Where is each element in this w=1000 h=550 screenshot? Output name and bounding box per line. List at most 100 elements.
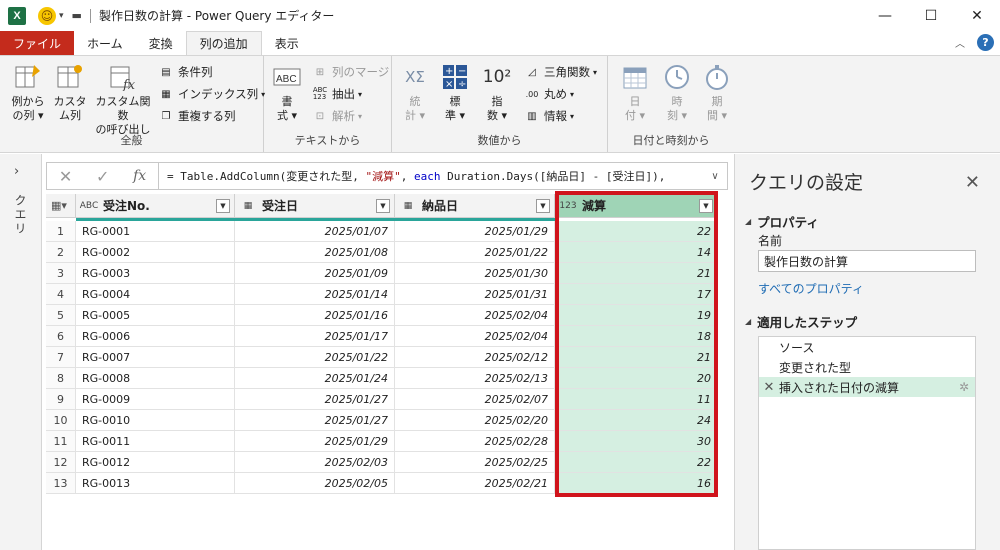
filter-dropdown-icon[interactable]: ▼ xyxy=(536,198,550,213)
cell-subtraction[interactable]: 20 xyxy=(555,368,718,389)
parse-button[interactable]: ⊡ 解析 ▾ xyxy=(312,106,362,126)
cell-order-date[interactable]: 2025/01/16 xyxy=(235,305,395,326)
queries-pane-collapsed[interactable]: › クエリ xyxy=(0,154,42,550)
cell-order-date[interactable]: 2025/01/22 xyxy=(235,347,395,368)
tab-view[interactable]: 表示 xyxy=(262,31,312,55)
cell-delivery-date[interactable]: 2025/02/13 xyxy=(395,368,555,389)
row-number[interactable]: 3 xyxy=(46,263,76,284)
table-corner-button[interactable]: ▦▾ xyxy=(46,194,76,218)
cell-order-date[interactable]: 2025/01/07 xyxy=(235,221,395,242)
cell-subtraction[interactable]: 19 xyxy=(555,305,718,326)
cell-subtraction[interactable]: 30 xyxy=(555,431,718,452)
formula-input[interactable]: = Table.AddColumn(変更された型, "減算", each Dur… xyxy=(159,168,703,184)
step-settings-gear-icon[interactable]: ✲ xyxy=(959,380,969,394)
cell-order-no[interactable]: RG-0010 xyxy=(76,410,235,431)
row-number[interactable]: 2 xyxy=(46,242,76,263)
cell-order-date[interactable]: 2025/02/03 xyxy=(235,452,395,473)
all-properties-link[interactable]: すべてのプロパティ xyxy=(758,280,864,297)
confirm-formula-icon[interactable]: ✓ xyxy=(96,167,109,186)
quick-access-customize-icon[interactable]: ▬ xyxy=(72,9,82,22)
cell-order-no[interactable]: RG-0006 xyxy=(76,326,235,347)
cell-order-no[interactable]: RG-0008 xyxy=(76,368,235,389)
properties-section-header[interactable]: ◢ プロパティ xyxy=(745,212,819,231)
cell-delivery-date[interactable]: 2025/01/29 xyxy=(395,221,555,242)
cell-subtraction[interactable]: 14 xyxy=(555,242,718,263)
cancel-formula-icon[interactable]: ✕ xyxy=(59,167,72,186)
cell-order-no[interactable]: RG-0002 xyxy=(76,242,235,263)
cell-delivery-date[interactable]: 2025/02/07 xyxy=(395,389,555,410)
cell-delivery-date[interactable]: 2025/01/22 xyxy=(395,242,555,263)
cell-subtraction[interactable]: 17 xyxy=(555,284,718,305)
cell-delivery-date[interactable]: 2025/01/31 xyxy=(395,284,555,305)
cell-delivery-date[interactable]: 2025/01/30 xyxy=(395,263,555,284)
cell-delivery-date[interactable]: 2025/02/12 xyxy=(395,347,555,368)
close-settings-icon[interactable]: ✕ xyxy=(965,172,980,193)
step-inserted-date-subtraction[interactable]: ✕ 挿入された日付の減算 ✲ xyxy=(759,377,975,397)
duplicate-column-button[interactable]: ❐ 重複する列 xyxy=(158,106,236,126)
cell-order-date[interactable]: 2025/01/08 xyxy=(235,242,395,263)
cell-order-date[interactable]: 2025/02/05 xyxy=(235,473,395,494)
close-window-button[interactable]: ✕ xyxy=(954,0,1000,31)
time-button[interactable]: 時 刻 ▾ xyxy=(660,62,694,123)
row-number[interactable]: 4 xyxy=(46,284,76,305)
row-number[interactable]: 7 xyxy=(46,347,76,368)
cell-order-date[interactable]: 2025/01/27 xyxy=(235,410,395,431)
row-number[interactable]: 10 xyxy=(46,410,76,431)
query-name-input[interactable] xyxy=(758,250,976,272)
cell-order-no[interactable]: RG-0005 xyxy=(76,305,235,326)
cell-order-date[interactable]: 2025/01/27 xyxy=(235,389,395,410)
cell-order-date[interactable]: 2025/01/14 xyxy=(235,284,395,305)
chevron-down-icon[interactable]: ▾ xyxy=(59,11,64,21)
conditional-column-button[interactable]: ▤ 条件列 xyxy=(158,62,212,82)
cell-subtraction[interactable]: 24 xyxy=(555,410,718,431)
row-number[interactable]: 13 xyxy=(46,473,76,494)
extract-button[interactable]: ABC 123 抽出 ▾ xyxy=(312,84,362,104)
statistics-button[interactable]: XΣ 統 計 ▾ xyxy=(398,62,432,123)
duration-button[interactable]: 期 間 ▾ xyxy=(702,62,732,123)
filter-dropdown-icon[interactable]: ▼ xyxy=(216,198,230,213)
tab-add-column[interactable]: 列の追加 xyxy=(185,31,262,55)
tab-transform[interactable]: 変換 xyxy=(136,31,186,55)
cell-order-no[interactable]: RG-0007 xyxy=(76,347,235,368)
cell-subtraction[interactable]: 18 xyxy=(555,326,718,347)
help-icon[interactable]: ? xyxy=(977,34,994,51)
standard-button[interactable]: + − × ÷ 標 準 ▾ xyxy=(438,62,472,123)
scientific-button[interactable]: 10² 指 数 ▾ xyxy=(480,62,514,123)
cell-subtraction[interactable]: 22 xyxy=(555,221,718,242)
fx-icon[interactable]: fx xyxy=(133,168,146,184)
row-number[interactable]: 9 xyxy=(46,389,76,410)
merge-columns-button[interactable]: ⊞ 列のマージ xyxy=(312,62,389,82)
cell-delivery-date[interactable]: 2025/02/21 xyxy=(395,473,555,494)
information-button[interactable]: ▥ 情報 ▾ xyxy=(524,106,574,126)
cell-order-no[interactable]: RG-0009 xyxy=(76,389,235,410)
index-column-button[interactable]: ▦ インデックス列 ▾ xyxy=(158,84,265,104)
custom-column-button[interactable]: カスタ ム列 xyxy=(52,62,88,123)
filter-dropdown-icon[interactable]: ▼ xyxy=(699,198,713,213)
column-from-examples-button[interactable]: 例から の列 ▾ xyxy=(8,62,48,123)
cell-order-no[interactable]: RG-0003 xyxy=(76,263,235,284)
column-header-order-no[interactable]: ABC 受注No. ▼ xyxy=(76,194,235,218)
applied-steps-section-header[interactable]: ◢ 適用したステップ xyxy=(745,312,857,331)
cell-order-no[interactable]: RG-0013 xyxy=(76,473,235,494)
cell-order-date[interactable]: 2025/01/17 xyxy=(235,326,395,347)
column-header-subtraction[interactable]: 123 減算 ▼ xyxy=(555,194,718,218)
row-number[interactable]: 8 xyxy=(46,368,76,389)
cell-delivery-date[interactable]: 2025/02/25 xyxy=(395,452,555,473)
cell-order-no[interactable]: RG-0012 xyxy=(76,452,235,473)
column-header-delivery-date[interactable]: ▦ 納品日 ▼ xyxy=(395,194,555,218)
tab-home[interactable]: ホーム xyxy=(74,31,136,55)
smiley-feedback-icon[interactable]: ☺ xyxy=(38,6,56,25)
cell-order-date[interactable]: 2025/01/24 xyxy=(235,368,395,389)
cell-delivery-date[interactable]: 2025/02/04 xyxy=(395,305,555,326)
cell-subtraction[interactable]: 22 xyxy=(555,452,718,473)
cell-delivery-date[interactable]: 2025/02/20 xyxy=(395,410,555,431)
date-button[interactable]: 日 付 ▾ xyxy=(618,62,652,123)
minimize-button[interactable]: — xyxy=(862,0,908,31)
maximize-button[interactable]: ☐ xyxy=(908,0,954,31)
delete-step-icon[interactable]: ✕ xyxy=(759,380,779,395)
collapse-ribbon-icon[interactable]: ︿ xyxy=(955,35,965,50)
row-number[interactable]: 11 xyxy=(46,431,76,452)
cell-order-no[interactable]: RG-0004 xyxy=(76,284,235,305)
tab-file[interactable]: ファイル xyxy=(0,31,75,55)
cell-order-date[interactable]: 2025/01/29 xyxy=(235,431,395,452)
